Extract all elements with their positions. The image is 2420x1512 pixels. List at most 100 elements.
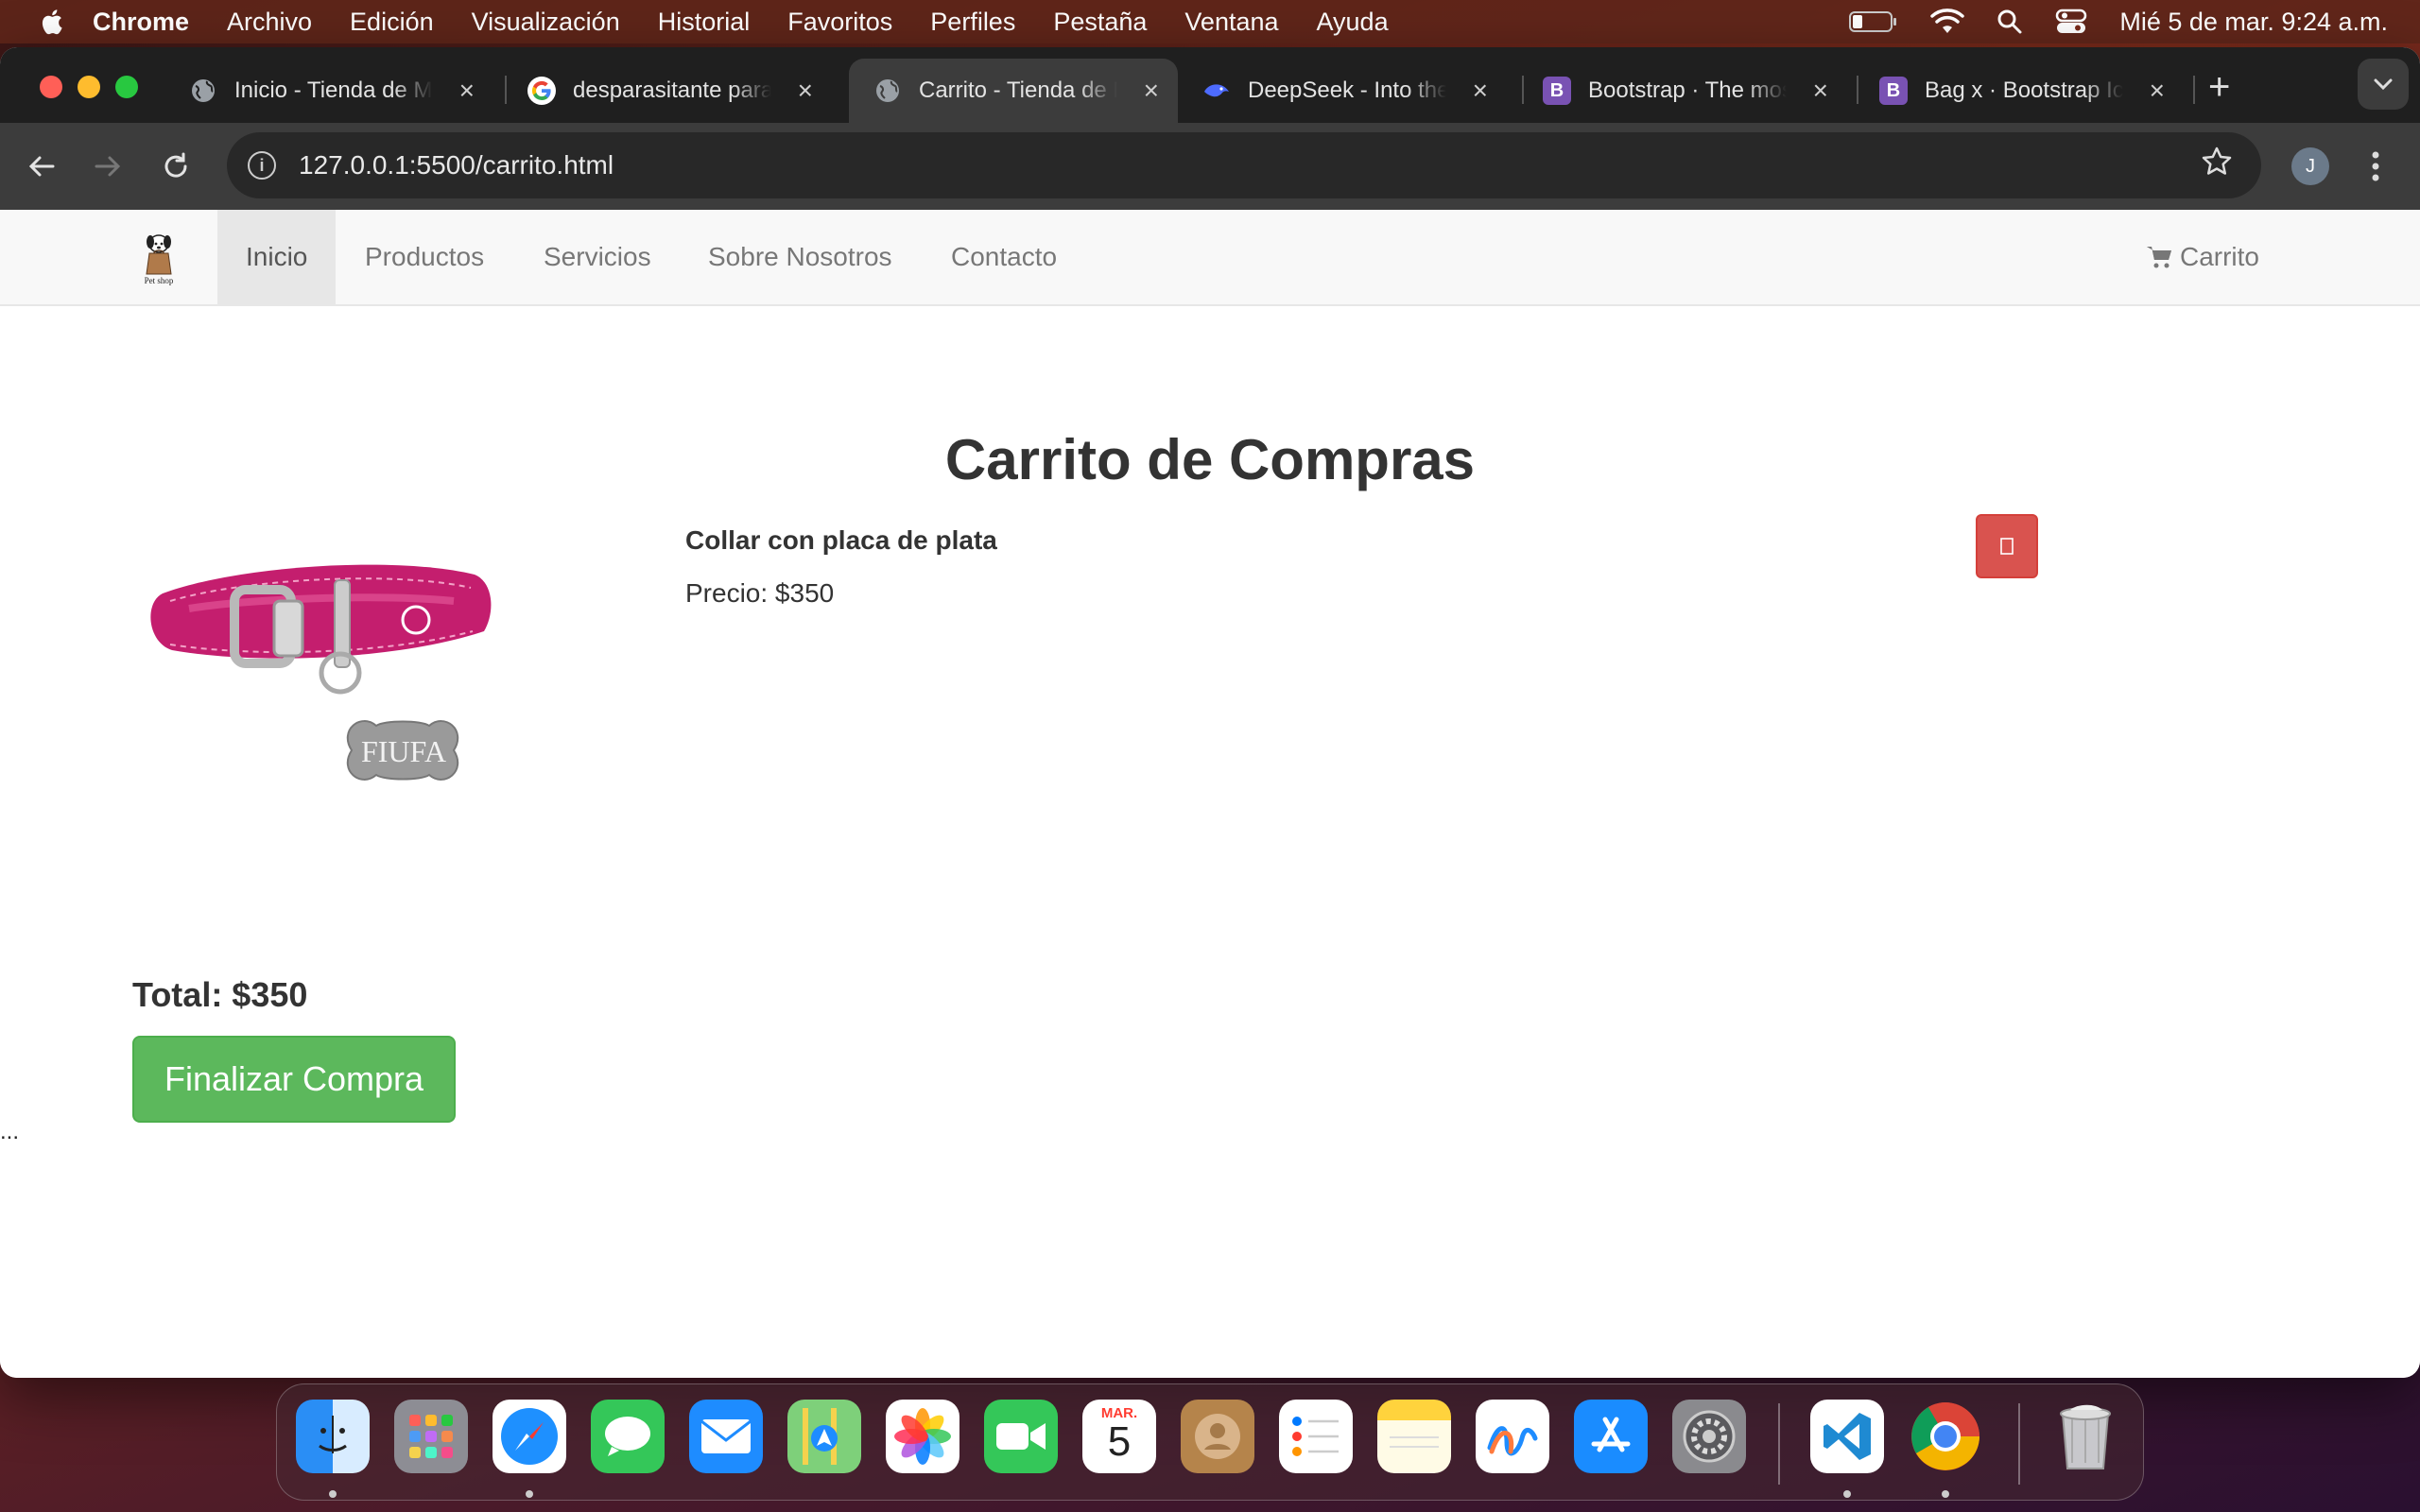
page-title: Carrito de Compras	[944, 428, 1476, 491]
product-image: FIUFA	[132, 514, 535, 945]
menu-ayuda[interactable]: Ayuda	[1317, 8, 1389, 37]
freeform-icon[interactable]	[1476, 1400, 1549, 1473]
window-zoom-button[interactable]	[115, 76, 138, 98]
notes-icon[interactable]	[1377, 1400, 1451, 1473]
address-bar[interactable]: i 127.0.0.1:5500/carrito.html	[227, 132, 2261, 198]
trash-icon[interactable]	[2048, 1400, 2122, 1473]
menu-edicion[interactable]: Edición	[350, 8, 434, 37]
maps-icon[interactable]	[787, 1400, 861, 1473]
bootstrap-icon: B	[1543, 77, 1571, 105]
menu-favoritos[interactable]: Favoritos	[787, 8, 892, 37]
nav-contacto[interactable]: Contacto	[923, 210, 1085, 304]
mail-icon[interactable]	[689, 1400, 763, 1473]
tab-close-icon[interactable]: ×	[2150, 76, 2165, 106]
browser-toolbar: i 127.0.0.1:5500/carrito.html J	[0, 123, 2420, 210]
reminders-icon[interactable]	[1279, 1400, 1353, 1473]
vscode-running-dot	[1843, 1490, 1851, 1498]
tab-bootstrap-icons[interactable]: B Bag x · Bootstrap Icons ×	[1855, 59, 2184, 123]
menu-historial[interactable]: Historial	[658, 8, 751, 37]
brand-logo[interactable]: Pet shop	[132, 232, 185, 287]
calendar-day: 5	[1107, 1418, 1132, 1465]
launchpad-icon[interactable]	[394, 1400, 468, 1473]
remove-item-button[interactable]	[1976, 514, 2038, 578]
brand-text: Pet shop	[144, 276, 174, 285]
menu-ventana[interactable]: Ventana	[1184, 8, 1278, 37]
menu-archivo[interactable]: Archivo	[227, 8, 312, 37]
forward-arrow-icon[interactable]	[93, 151, 123, 181]
tab-title: DeepSeek - Into the Unknown	[1248, 77, 1446, 103]
tab-close-icon[interactable]: ×	[1813, 76, 1828, 106]
control-center-icon[interactable]	[2055, 9, 2087, 35]
google-icon	[527, 77, 556, 105]
tab-close-icon[interactable]: ×	[459, 76, 475, 106]
tab-inicio[interactable]: Inicio - Tienda de Mascotas ×	[164, 59, 493, 123]
dock: MAR. 5	[276, 1383, 2144, 1501]
back-arrow-icon[interactable]	[26, 151, 57, 181]
facetime-icon[interactable]	[984, 1400, 1058, 1473]
menu-app-name[interactable]: Chrome	[93, 8, 189, 37]
tab-title: desparasitante para perros	[573, 77, 771, 103]
deepseek-icon	[1202, 77, 1231, 105]
bookmark-star-icon[interactable]	[2201, 146, 2233, 178]
chrome-running-dot	[1942, 1490, 1949, 1498]
cart-item-price: Precio: $350	[685, 578, 835, 608]
reload-icon[interactable]	[161, 151, 191, 181]
contacts-icon[interactable]	[1181, 1400, 1254, 1473]
tab-carrito[interactable]: Carrito - Tienda de Mascotas ×	[849, 59, 1178, 123]
nav-servicios[interactable]: Servicios	[515, 210, 680, 304]
shopping-cart-icon	[2146, 247, 2171, 268]
system-settings-icon[interactable]	[1672, 1400, 1746, 1473]
window-minimize-button[interactable]	[78, 76, 100, 98]
tab-close-icon[interactable]: ×	[798, 76, 813, 106]
cart-total: Total: $350	[132, 975, 308, 1014]
new-tab-plus-icon[interactable]: +	[2208, 66, 2230, 109]
nav-inicio[interactable]: Inicio	[217, 210, 337, 304]
tab-title: Inicio - Tienda de Mascotas	[234, 77, 433, 103]
page-content: Pet shop Inicio Productos Servicios Sobr…	[0, 210, 2420, 1378]
globe-icon	[873, 77, 902, 105]
checkout-button[interactable]: Finalizar Compra	[132, 1036, 456, 1123]
nav-productos[interactable]: Productos	[337, 210, 512, 304]
window-close-button[interactable]	[40, 76, 62, 98]
calendar-icon[interactable]: MAR. 5	[1082, 1400, 1156, 1473]
safari-running-dot	[526, 1490, 533, 1498]
chrome-icon[interactable]	[1909, 1400, 1982, 1473]
apple-icon[interactable]	[38, 8, 64, 36]
nav-carrito[interactable]: Carrito	[2146, 210, 2259, 304]
more-options-icon[interactable]	[2369, 147, 2382, 185]
wifi-icon[interactable]	[1930, 9, 1965, 35]
app-store-icon[interactable]	[1574, 1400, 1648, 1473]
tab-bootstrap[interactable]: B Bootstrap · The most popular ×	[1518, 59, 1847, 123]
collar-tag-text: FIUFA	[361, 734, 446, 768]
status-area: Mié 5 de mar. 9:24 a.m.	[1849, 0, 2388, 43]
tab-google-search[interactable]: desparasitante para perros ×	[503, 59, 832, 123]
bootstrap-icon: B	[1879, 77, 1908, 105]
nav-carrito-label: Carrito	[2179, 242, 2259, 271]
menu-bar-clock[interactable]: Mié 5 de mar. 9:24 a.m.	[2119, 8, 2388, 37]
menu-visualizacion[interactable]: Visualización	[472, 8, 620, 37]
tab-title: Carrito - Tienda de Mascotas	[919, 77, 1117, 103]
dock-separator	[1778, 1403, 1780, 1485]
nav-sobre-nosotros[interactable]: Sobre Nosotros	[680, 210, 921, 304]
menu-perfiles[interactable]: Perfiles	[930, 8, 1015, 37]
profile-avatar[interactable]: J	[2291, 147, 2329, 185]
safari-icon[interactable]	[493, 1400, 566, 1473]
tab-search-chevron-down-icon[interactable]	[2358, 59, 2409, 110]
messages-icon[interactable]	[591, 1400, 665, 1473]
cart-item-name: Collar con placa de plata	[685, 525, 997, 555]
battery-icon[interactable]	[1849, 9, 1898, 34]
finder-running-dot	[329, 1490, 337, 1498]
tab-close-icon[interactable]: ×	[1144, 76, 1159, 106]
tab-deepseek[interactable]: DeepSeek - Into the Unknown ×	[1178, 59, 1507, 123]
spotlight-search-icon[interactable]	[1996, 9, 2023, 35]
trailing-text: ...	[0, 1119, 20, 1144]
menu-pestana[interactable]: Pestaña	[1053, 8, 1147, 37]
finder-icon[interactable]	[296, 1400, 370, 1473]
site-info-icon[interactable]: i	[248, 151, 276, 180]
photos-icon[interactable]	[886, 1400, 959, 1473]
address-url[interactable]: 127.0.0.1:5500/carrito.html	[299, 150, 614, 180]
tab-close-icon[interactable]: ×	[1473, 76, 1488, 106]
tab-strip: Inicio - Tienda de Mascotas × desparasit…	[0, 47, 2420, 123]
vscode-icon[interactable]	[1810, 1400, 1884, 1473]
tab-title: Bootstrap · The most popular	[1588, 77, 1787, 103]
